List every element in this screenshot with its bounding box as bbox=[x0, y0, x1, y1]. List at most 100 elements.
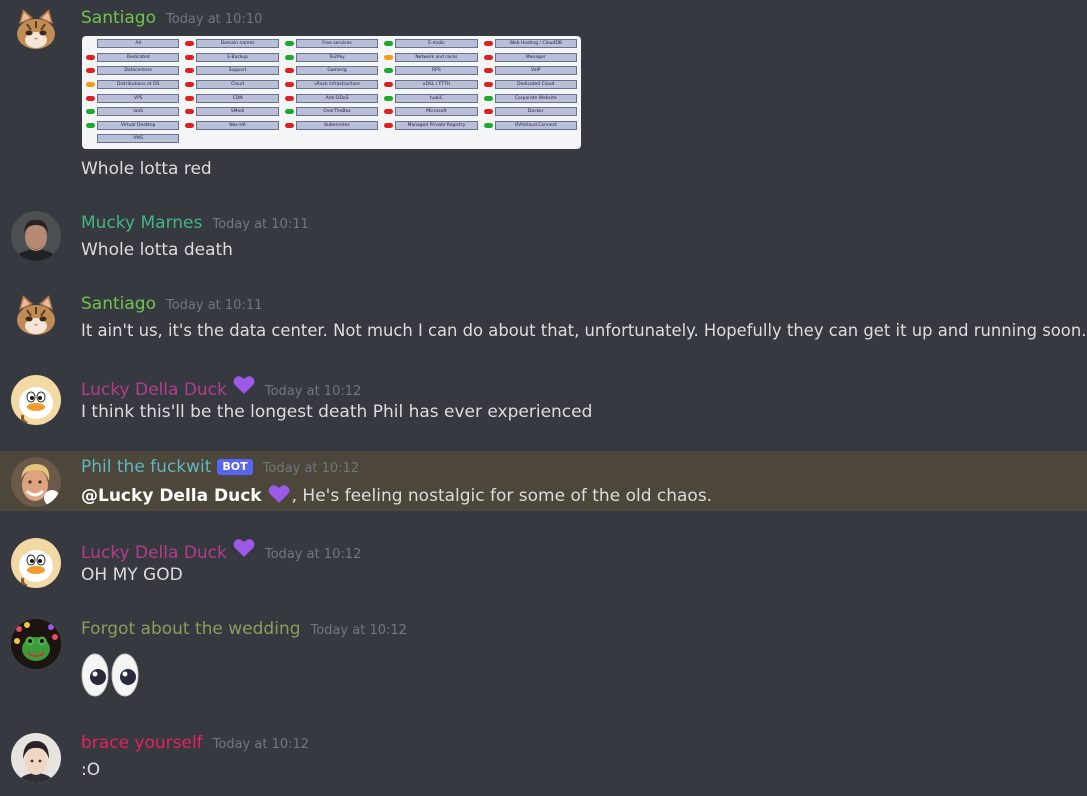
message-text: OH MY GOD bbox=[81, 565, 183, 585]
username[interactable]: brace yourself bbox=[81, 733, 203, 753]
message-text: Whole lotta death bbox=[81, 240, 233, 260]
status-indicator-icon bbox=[185, 54, 195, 60]
status-page-image[interactable]: All Domain names Free services E-mails Web H… bbox=[82, 36, 581, 149]
status-cell: VoIP bbox=[483, 66, 577, 76]
status-indicator-icon bbox=[384, 68, 394, 74]
username[interactable]: Lucky Della Duck bbox=[81, 380, 227, 400]
timestamp: Today at 10:12 bbox=[212, 737, 310, 752]
status-indicator-icon bbox=[483, 54, 493, 60]
status-label: RPS bbox=[395, 66, 478, 76]
status-label: VoIP bbox=[494, 66, 577, 76]
status-cell: Managed Private Registry bbox=[384, 120, 478, 131]
status-cell: CDN bbox=[185, 93, 279, 103]
username[interactable]: Santiago bbox=[81, 8, 156, 28]
cat-avatar-icon[interactable] bbox=[11, 292, 61, 342]
status-label: Dedicated bbox=[97, 52, 180, 62]
status-label: vRack infrastructure bbox=[295, 80, 379, 90]
username[interactable]: Forgot about the wedding bbox=[81, 619, 301, 639]
status-indicator-icon bbox=[384, 82, 394, 88]
person-avatar-icon[interactable] bbox=[11, 733, 61, 783]
status-indicator-icon bbox=[483, 122, 493, 128]
frog-avatar-icon[interactable] bbox=[11, 619, 61, 669]
status-cell: OverTheBox bbox=[284, 107, 379, 117]
duck-avatar-icon[interactable] bbox=[11, 538, 61, 588]
status-cell: Domain names bbox=[185, 39, 279, 49]
status-indicator-icon bbox=[284, 82, 294, 88]
status-cell: Datacenters bbox=[86, 66, 180, 76]
status-cell: Te2Pay bbox=[284, 52, 379, 63]
status-label: Nas-HA bbox=[196, 120, 279, 130]
status-label: hubiC bbox=[395, 93, 478, 103]
status-label: VPS bbox=[97, 93, 180, 103]
status-indicator-icon bbox=[86, 95, 95, 101]
timestamp: Today at 10:11 bbox=[212, 217, 309, 232]
status-label: Managed Private Registry bbox=[395, 120, 478, 130]
status-indicator-icon bbox=[86, 54, 95, 60]
status-label: Cloud bbox=[196, 80, 279, 90]
username[interactable]: Santiago bbox=[81, 294, 156, 314]
status-label: IaaS bbox=[97, 107, 180, 117]
status-indicator-icon bbox=[284, 68, 294, 74]
status-label: Dedicated Cloud bbox=[494, 80, 577, 90]
status-cell: RPS bbox=[384, 66, 478, 76]
status-indicator-icon bbox=[185, 122, 195, 128]
user-mention[interactable]: @Lucky Della Duck bbox=[81, 486, 262, 506]
status-label: All bbox=[97, 39, 180, 49]
message-text: I think this'll be the longest death Phi… bbox=[81, 402, 593, 422]
bot-badge: BOT bbox=[217, 459, 253, 475]
status-indicator-icon bbox=[284, 41, 294, 47]
status-indicator-icon bbox=[384, 95, 394, 101]
blond-man-avatar-icon[interactable] bbox=[11, 457, 61, 507]
status-label: CDN bbox=[196, 93, 279, 103]
duck-avatar-icon[interactable] bbox=[11, 375, 61, 425]
status-label: VMS bbox=[97, 134, 180, 144]
eyes-emoji-icon bbox=[81, 652, 141, 698]
status-indicator-icon bbox=[483, 95, 493, 101]
status-cell: E-mails bbox=[384, 39, 478, 49]
status-cell: Network and racks bbox=[384, 52, 478, 63]
status-label: Gamerig bbox=[295, 66, 379, 76]
status-indicator-icon bbox=[384, 41, 394, 47]
status-indicator-icon bbox=[483, 109, 493, 115]
status-label: Domain names bbox=[196, 39, 279, 49]
status-label: Anti-DDoS bbox=[295, 93, 379, 103]
status-indicator-icon bbox=[284, 95, 294, 101]
status-indicator-icon bbox=[86, 122, 95, 128]
status-cell: Nas-HA bbox=[185, 120, 279, 131]
status-label: Free services bbox=[295, 39, 379, 49]
username[interactable]: Lucky Della Duck bbox=[81, 543, 227, 563]
cat-avatar-icon[interactable] bbox=[11, 6, 61, 56]
status-cell: Corporate Website bbox=[483, 93, 577, 103]
status-indicator-icon bbox=[284, 122, 294, 128]
username[interactable]: Phil the fuckwit bbox=[81, 457, 211, 477]
username[interactable]: Mucky Marnes bbox=[81, 213, 202, 233]
status-indicator-icon bbox=[483, 41, 493, 47]
status-label: Manager bbox=[494, 52, 577, 62]
status-label: Docker bbox=[494, 107, 577, 117]
timestamp: Today at 10:11 bbox=[165, 298, 263, 313]
message-text: Whole lotta red bbox=[81, 159, 212, 179]
status-indicator-icon bbox=[185, 109, 195, 115]
man-avatar-icon[interactable] bbox=[11, 211, 61, 261]
status-indicator-icon bbox=[86, 136, 95, 141]
status-cell: Distributions et OS bbox=[86, 80, 180, 90]
status-cell: Support bbox=[185, 66, 279, 76]
message-text: It ain't us, it's the data center. Not m… bbox=[81, 321, 1087, 340]
status-label: Support bbox=[196, 66, 279, 76]
status-label: Distributions et OS bbox=[97, 80, 180, 90]
status-label: Kubernetes bbox=[295, 120, 379, 130]
status-indicator-icon bbox=[284, 54, 294, 60]
purple-heart-icon bbox=[233, 538, 255, 562]
status-indicator-icon bbox=[185, 82, 195, 88]
status-label: Datacenters bbox=[97, 66, 180, 76]
status-indicator-icon bbox=[384, 109, 394, 115]
status-cell: VMS bbox=[86, 134, 180, 144]
status-cell: Cloud bbox=[185, 80, 279, 90]
status-label: Te2Pay bbox=[295, 52, 379, 62]
status-indicator-icon bbox=[384, 122, 394, 128]
status-label: SMedi bbox=[196, 107, 279, 117]
message-body: , He's feeling nostalgic for some of the… bbox=[291, 486, 713, 506]
status-indicator-icon bbox=[86, 68, 95, 74]
status-indicator-icon bbox=[483, 68, 493, 74]
status-cell: OVHcloud Connect bbox=[483, 120, 577, 131]
